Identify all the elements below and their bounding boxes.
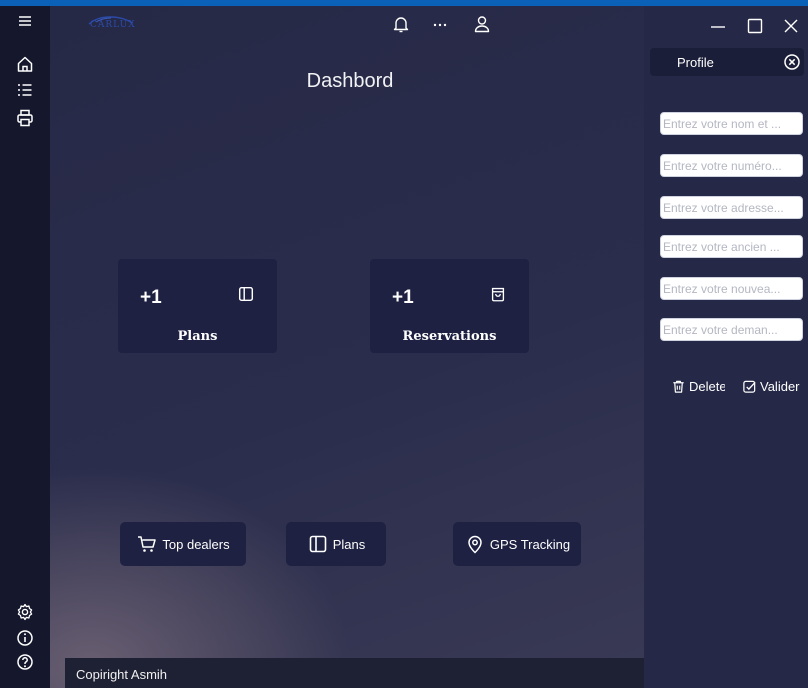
sidebar-item-print[interactable]	[0, 104, 50, 132]
old-password-field[interactable]	[660, 235, 803, 258]
phone-field[interactable]	[660, 154, 803, 177]
cart-icon	[138, 536, 157, 552]
name-field[interactable]	[660, 112, 803, 135]
checkbox-icon	[743, 380, 756, 393]
gps-tracking-label: GPS Tracking	[489, 536, 571, 552]
hamburger-icon	[19, 16, 31, 26]
validate-button[interactable]: Valider	[742, 374, 800, 398]
plans-button[interactable]: Plans	[286, 522, 386, 566]
close-icon	[784, 19, 798, 33]
logo-text: CARLUX	[90, 20, 136, 30]
profile-button[interactable]	[470, 12, 494, 36]
stat-label: Reservations	[402, 329, 497, 344]
location-pin-icon	[468, 535, 482, 554]
close-window-button[interactable]	[777, 14, 805, 38]
copyright-text: Copiright Asmih	[76, 667, 168, 682]
trash-icon	[673, 380, 684, 393]
hamburger-menu-button[interactable]	[0, 8, 50, 36]
delete-label: Delete	[689, 378, 725, 394]
profile-header: Profile	[650, 48, 804, 76]
stat-card-reservations[interactable]: +1 Reservations	[370, 259, 529, 353]
sidebar-item-list[interactable]	[0, 76, 50, 104]
minimize-button[interactable]	[704, 14, 732, 38]
stat-card-plans[interactable]: +1 Plans	[118, 259, 277, 353]
stat-label: Plans	[177, 329, 218, 344]
stat-value: +1	[392, 287, 414, 308]
maximize-icon	[747, 18, 763, 34]
gear-icon	[17, 603, 33, 621]
delete-button[interactable]: Delete	[671, 374, 725, 398]
address-field[interactable]	[660, 196, 803, 219]
close-circle-icon[interactable]	[782, 52, 802, 72]
panel-icon	[309, 535, 327, 553]
home-icon	[17, 56, 33, 72]
new-password-field[interactable]	[660, 277, 803, 300]
profile-panel: Profile Delete Valider	[644, 6, 808, 688]
help-icon	[17, 654, 33, 670]
bulleted-list-icon	[18, 84, 32, 96]
top-dealers-label: Top dealers	[162, 536, 230, 552]
bag-icon	[489, 285, 509, 305]
info-icon	[17, 630, 33, 646]
bell-icon	[393, 17, 409, 33]
sidebar-rail	[0, 6, 50, 688]
settings-button[interactable]	[0, 598, 50, 626]
panel-icon	[237, 285, 257, 305]
stat-value: +1	[140, 287, 162, 308]
help-button[interactable]	[0, 648, 50, 676]
request-field[interactable]	[660, 318, 803, 341]
validate-label: Valider	[760, 378, 800, 394]
app-window: CARLUX Dashbord +1 Plans +1 Reservations…	[0, 6, 808, 688]
printer-icon	[17, 109, 33, 127]
user-icon	[474, 16, 490, 33]
maximize-button[interactable]	[741, 14, 769, 38]
footer: Copiright Asmih	[65, 658, 644, 688]
gps-tracking-button[interactable]: GPS Tracking	[453, 522, 581, 566]
sidebar-item-home[interactable]	[0, 50, 50, 78]
top-dealers-button[interactable]: Top dealers	[120, 522, 246, 566]
profile-title: Profile	[677, 55, 714, 70]
main-content: CARLUX Dashbord +1 Plans +1 Reservations…	[50, 6, 644, 688]
plans-label: Plans	[332, 536, 366, 552]
page-title: Dashbord	[306, 70, 394, 92]
more-horizontal-icon	[433, 23, 447, 27]
minimize-icon	[711, 26, 725, 28]
notifications-button[interactable]	[389, 12, 413, 36]
more-options-button[interactable]	[428, 12, 452, 36]
